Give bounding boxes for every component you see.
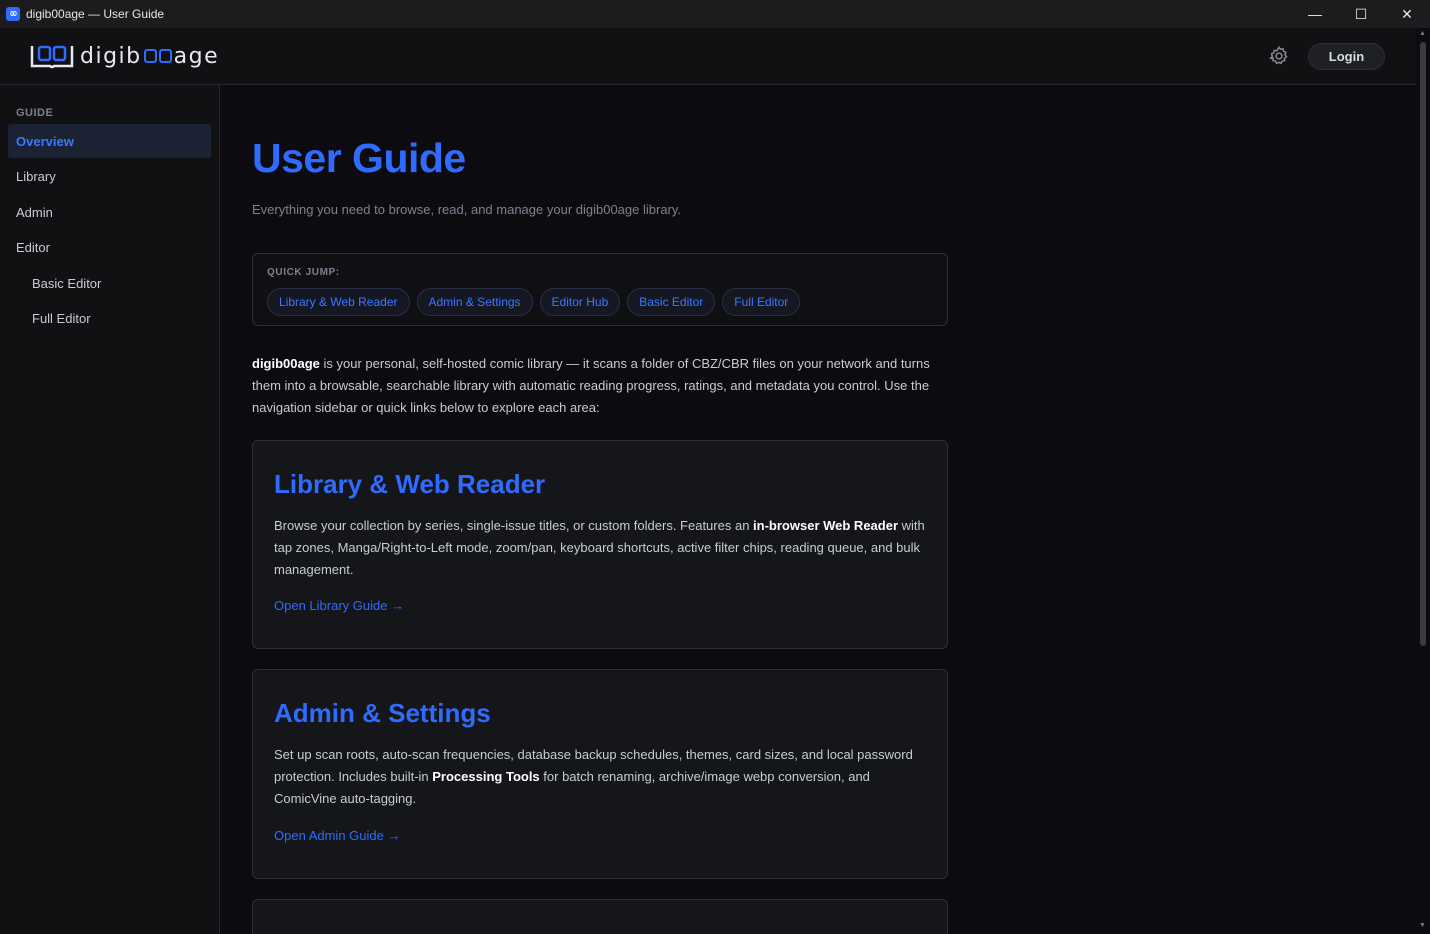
maximize-button[interactable]: ☐ (1338, 0, 1384, 28)
page-title: User Guide (252, 135, 466, 181)
scroll-up-icon[interactable]: ▲ (1419, 30, 1427, 38)
chip-library-web-reader[interactable]: Library & Web Reader (267, 288, 410, 316)
app-header: digib age Login (0, 28, 1416, 85)
sidebar-item-overview[interactable]: Overview (8, 124, 211, 158)
sidebar-item-full-editor[interactable]: Full Editor (8, 301, 211, 335)
logo-text-suffix: age (173, 43, 220, 69)
chip-basic-editor[interactable]: Basic Editor (627, 288, 716, 316)
sidebar-item-admin[interactable]: Admin (8, 195, 211, 229)
open-library-guide-link[interactable]: Open Library Guide → (274, 598, 404, 613)
chip-editor-hub[interactable]: Editor Hub (539, 288, 621, 316)
close-button[interactable]: ✕ (1384, 0, 1430, 28)
card-library: Library & Web Reader Browse your collect… (252, 440, 948, 649)
gear-icon (1269, 45, 1288, 65)
logo-oo-mark (143, 49, 172, 63)
logo-text: digib age (80, 44, 219, 69)
card-title: Library & Web Reader (274, 469, 546, 499)
intro-text: is your personal, self-hosted comic libr… (252, 356, 930, 415)
card-body: Set up scan roots, auto-scan frequencies… (274, 747, 913, 806)
app-icon: 00 (6, 7, 20, 21)
sidebar-item-library[interactable]: Library (8, 159, 211, 193)
card-title: Admin & Settings (274, 698, 491, 728)
intro-brand: digib00age (252, 356, 320, 371)
open-admin-guide-link[interactable]: Open Admin Guide → (274, 828, 400, 843)
minimize-button[interactable]: — (1292, 0, 1338, 28)
quick-jump-label: QUICK JUMP: (267, 267, 340, 278)
sidebar: GUIDE Overview Library Admin Editor Basi… (0, 85, 220, 934)
intro-paragraph: digib00age is your personal, self-hosted… (252, 353, 948, 419)
logo[interactable]: digib age (30, 42, 219, 70)
page-subtitle: Everything you need to browse, read, and… (252, 202, 682, 217)
settings-button[interactable] (1267, 44, 1291, 68)
sidebar-section-title: GUIDE (16, 107, 54, 119)
quick-jump-panel: QUICK JUMP: Library & Web Reader Admin &… (252, 253, 948, 326)
page-scrollbar[interactable]: ▲ ▼ (1416, 28, 1430, 934)
chip-full-editor[interactable]: Full Editor (722, 288, 801, 316)
window-title: digib00age — User Guide (26, 7, 165, 21)
card-admin: Admin & Settings Set up scan roots, auto… (252, 669, 948, 879)
sidebar-item-editor[interactable]: Editor (8, 230, 211, 264)
login-button[interactable]: Login (1308, 43, 1385, 70)
window-titlebar: 00 digib00age — User Guide — ☐ ✕ (0, 0, 1430, 28)
logo-text-prefix: digib (80, 43, 142, 69)
scroll-down-icon[interactable]: ▼ (1419, 922, 1427, 930)
quick-jump-chips: Library & Web Reader Admin & Settings Ed… (267, 288, 801, 316)
card-body: Browse your collection by series, single… (274, 518, 925, 577)
card-editor-partial (252, 899, 948, 934)
sidebar-item-basic-editor[interactable]: Basic Editor (8, 266, 211, 300)
book-logo-icon (30, 42, 74, 70)
chip-admin-settings[interactable]: Admin & Settings (416, 288, 533, 316)
scrollbar-thumb[interactable] (1420, 42, 1426, 646)
window-controls: — ☐ ✕ (1292, 0, 1430, 28)
